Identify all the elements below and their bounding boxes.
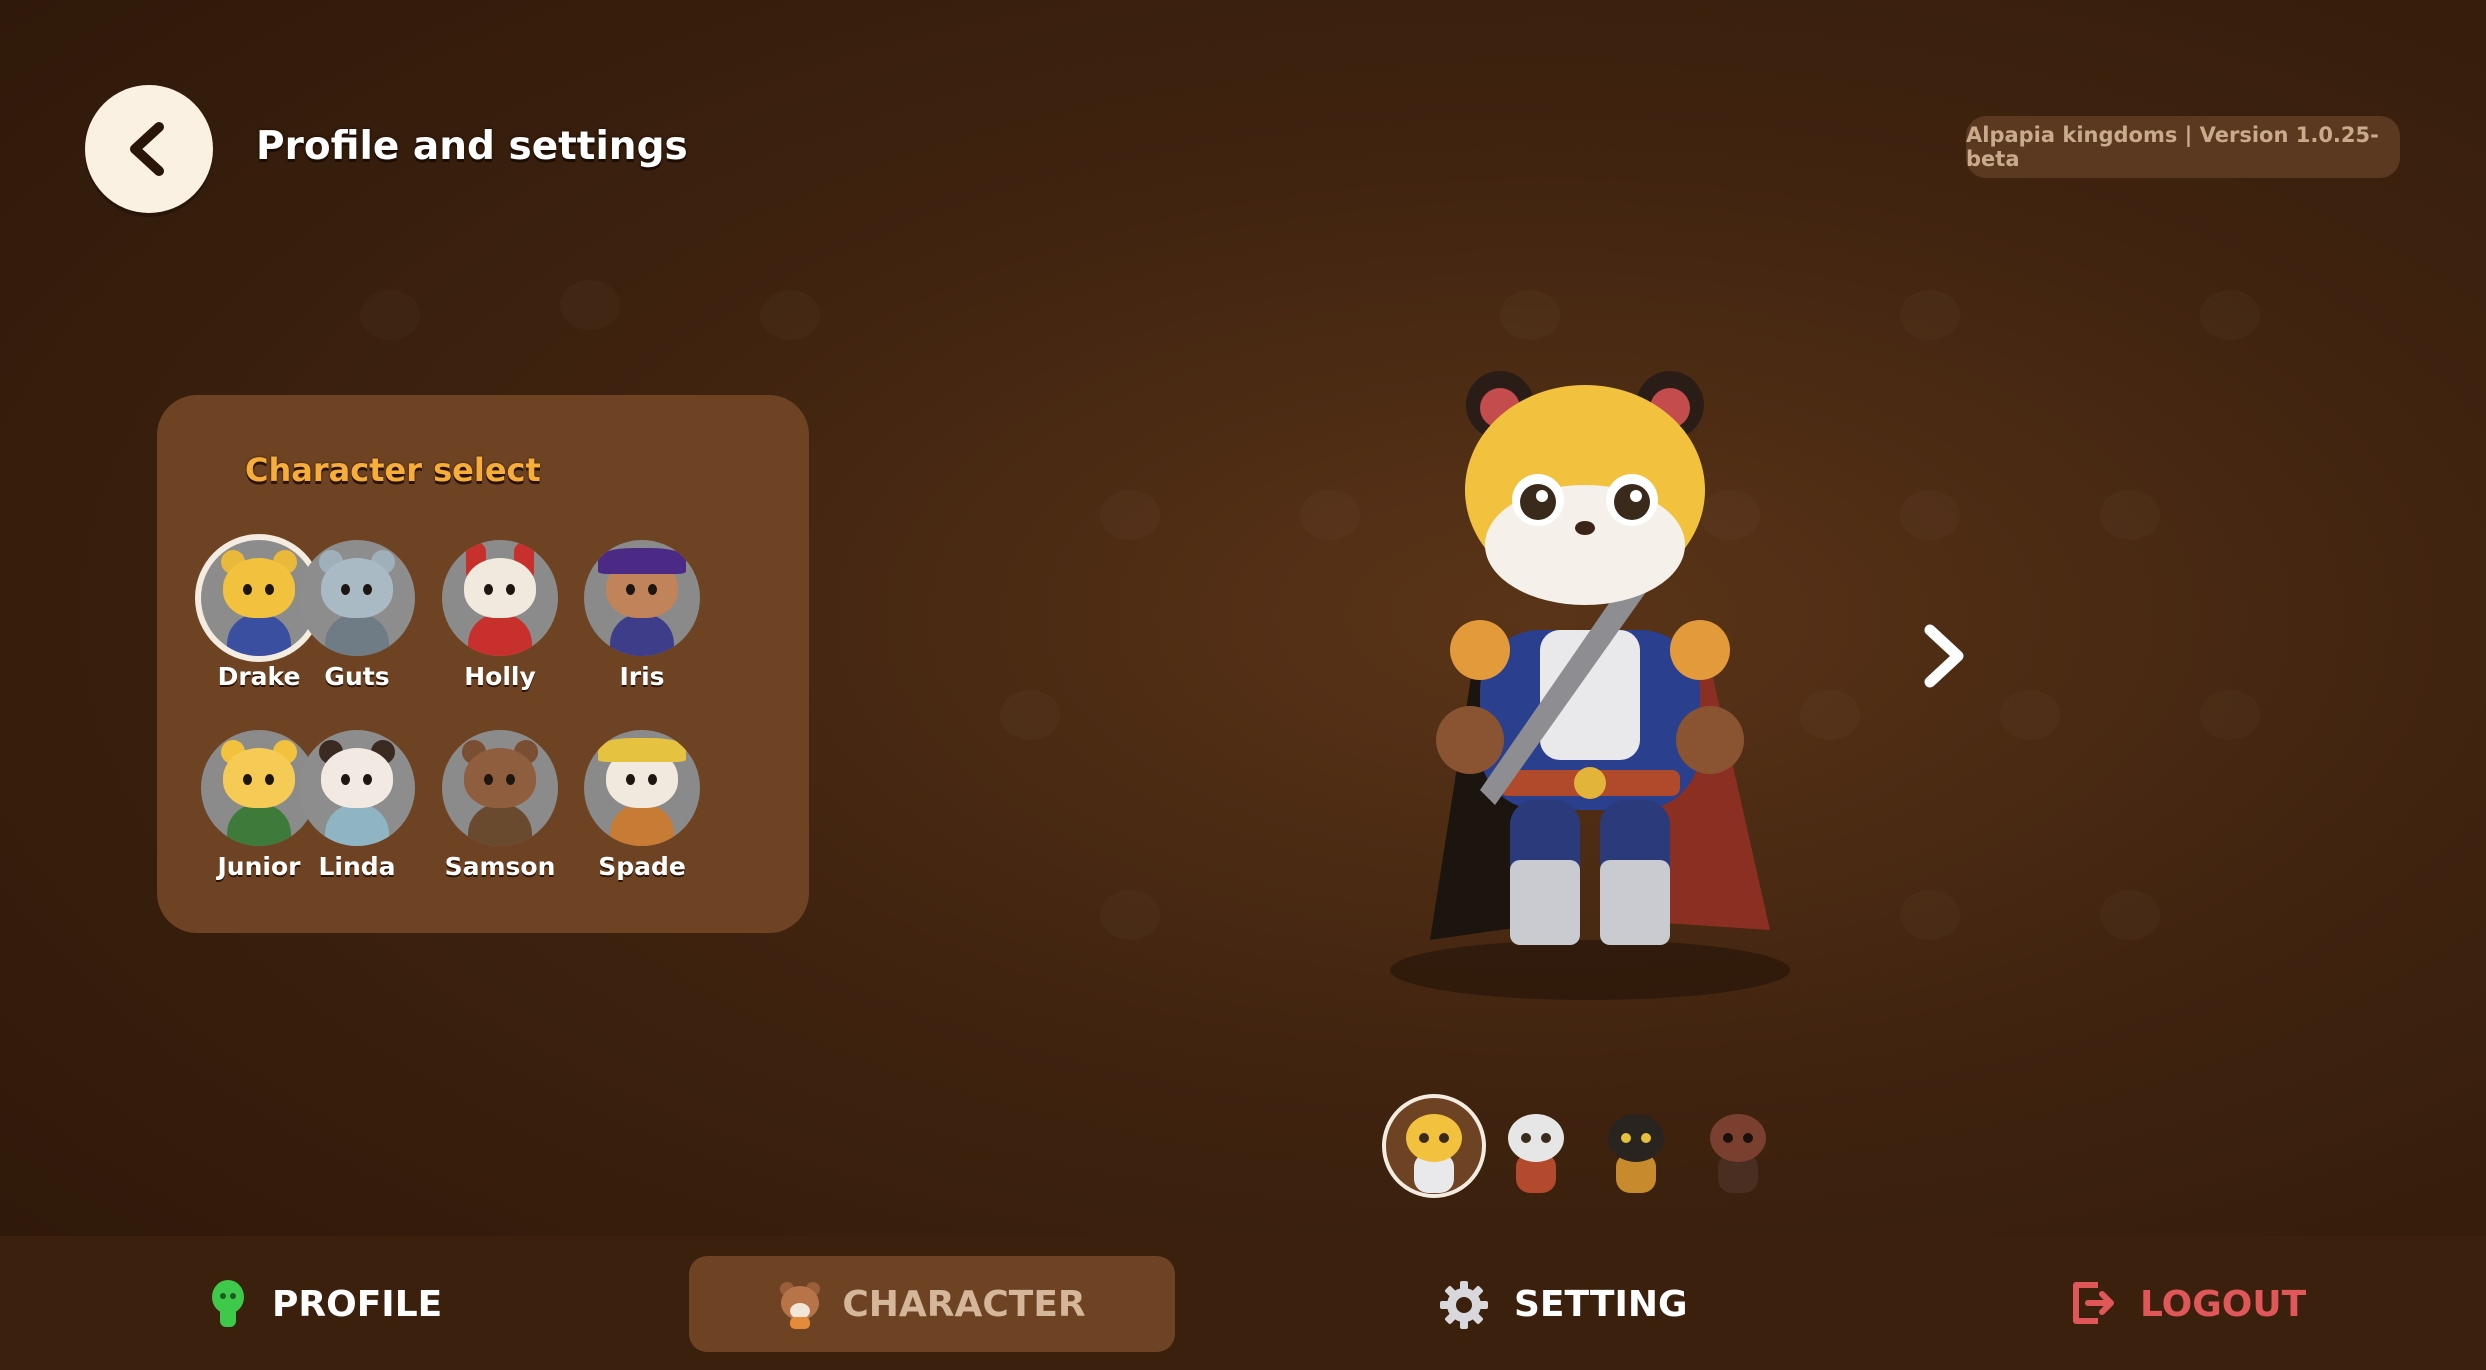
panel-title: Character select: [245, 451, 541, 489]
character-name: Iris: [619, 662, 665, 691]
next-character-button[interactable]: [1916, 616, 1972, 696]
character-spade[interactable]: Spade: [582, 730, 702, 881]
tab-setting[interactable]: SETTING: [1438, 1256, 1688, 1352]
witch-avatar-icon: [584, 540, 700, 656]
tab-profile[interactable]: PROFILE: [208, 1256, 442, 1352]
character-name: Holly: [464, 662, 536, 691]
character-iris[interactable]: Iris: [582, 540, 702, 691]
character-name: Linda: [318, 852, 396, 881]
cat-avatar-icon: [299, 730, 415, 846]
chevron-left-icon: [130, 122, 164, 176]
black-cat-variant-icon: [1608, 1114, 1664, 1193]
character-guts[interactable]: Guts: [297, 540, 417, 691]
bunny-avatar-icon: [442, 540, 558, 656]
version-badge: Alpapia kingdoms | Version 1.0.25-beta: [1966, 116, 2400, 178]
chevron-right-icon: [1924, 624, 1964, 688]
variant-raccoon[interactable]: [1488, 1098, 1584, 1194]
page-title: Profile and settings: [256, 124, 688, 169]
gear-icon: [1438, 1279, 1490, 1329]
tab-label: LOGOUT: [2140, 1283, 2307, 1325]
variant-bear[interactable]: [1690, 1098, 1786, 1194]
character-name: Samson: [444, 852, 556, 881]
character-icon: [778, 1279, 821, 1329]
character-samson[interactable]: Samson: [440, 730, 560, 881]
character-select-panel: Character select Drake Guts Holly Iris J…: [157, 395, 809, 933]
character-name: Spade: [598, 852, 686, 881]
tab-logout[interactable]: LOGOUT: [2068, 1256, 2306, 1352]
tab-label: PROFILE: [272, 1283, 443, 1325]
character-linda[interactable]: Linda: [297, 730, 417, 881]
character-holly[interactable]: Holly: [440, 540, 560, 691]
variant-black-cat[interactable]: [1588, 1098, 1684, 1194]
character-name: Guts: [324, 662, 390, 691]
raccoon-variant-icon: [1508, 1114, 1564, 1193]
tab-label: CHARACTER: [842, 1283, 1086, 1325]
explorer-avatar-icon: [584, 730, 700, 846]
back-button[interactable]: [85, 85, 213, 213]
profile-icon: [208, 1279, 248, 1329]
tab-label: SETTING: [1514, 1283, 1688, 1325]
bottom-nav: PROFILE CHARACTER SETTING LOGOUT: [0, 1236, 2486, 1370]
tiger-variant-icon: [1406, 1114, 1462, 1193]
logout-icon: [2068, 1279, 2116, 1329]
bear-avatar-icon: [442, 730, 558, 846]
tab-character[interactable]: CHARACTER: [689, 1256, 1175, 1352]
variant-tiger[interactable]: [1386, 1098, 1482, 1194]
bear-variant-icon: [1710, 1114, 1766, 1193]
character-preview: [1390, 371, 1790, 1000]
raccoon-avatar-icon: [299, 540, 415, 656]
